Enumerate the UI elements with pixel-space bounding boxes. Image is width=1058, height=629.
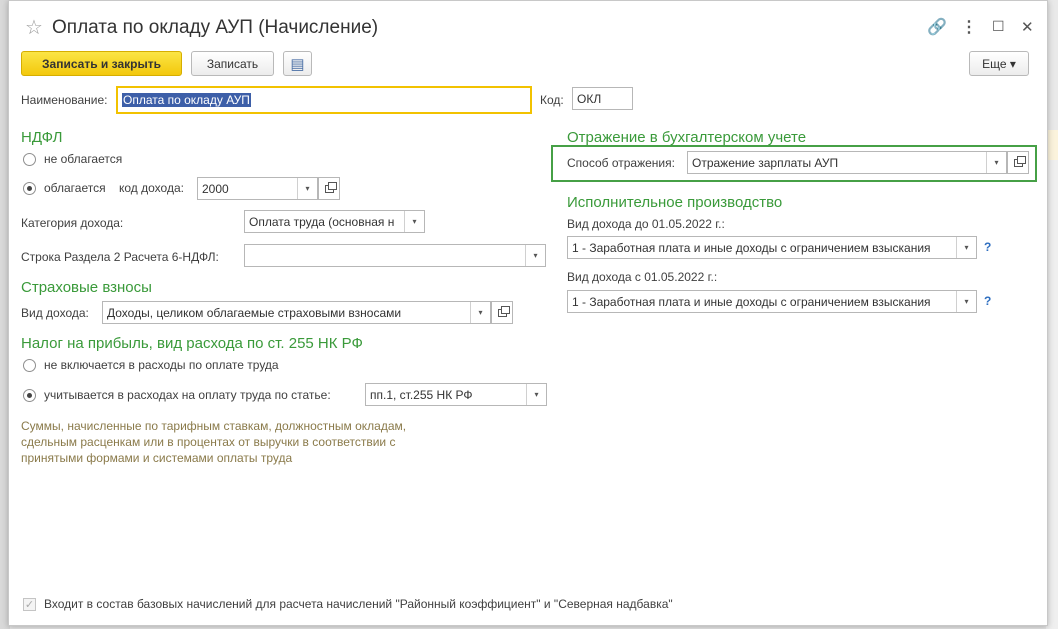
income-category-value: Оплата труда (основная н — [249, 214, 395, 229]
profit-tax-included-label: учитывается в расходах на оплату труда п… — [44, 388, 331, 402]
name-input[interactable]: Оплата по окладу АУП — [116, 86, 532, 114]
section2-select[interactable]: ▾ — [244, 244, 546, 267]
save-and-close-button[interactable]: Записать и закрыть — [21, 51, 182, 76]
insurance-income-type-label: Вид дохода: — [21, 306, 89, 320]
chevron-down-icon[interactable]: ▾ — [956, 237, 976, 258]
form-window: ☆ Оплата по окладу АУП (Начисление) 🔗 ⋮ … — [8, 0, 1048, 626]
chevron-down-icon[interactable]: ▾ — [525, 245, 545, 266]
ndfl-section-title: НДФЛ — [21, 129, 63, 146]
profit-tax-included-radio[interactable] — [23, 389, 36, 402]
ndfl-not-taxed-label: не облагается — [44, 152, 123, 166]
chevron-down-icon[interactable]: ▾ — [986, 152, 1006, 173]
window-title: Оплата по окладу АУП (Начисление) — [52, 17, 379, 38]
chevron-down-icon[interactable]: ▾ — [297, 178, 317, 199]
open-icon[interactable] — [318, 177, 340, 200]
profit-tax-section-title: Налог на прибыль, вид расхода по ст. 255… — [21, 335, 363, 352]
code-input[interactable]: ОКЛ — [572, 87, 633, 110]
enforcement-before-select[interactable]: 1 - Заработная плата и иные доходы с огр… — [567, 236, 977, 259]
income-code-select[interactable]: 2000 ▾ — [197, 177, 318, 200]
enforcement-after-label: Вид дохода с 01.05.2022 г.: — [567, 270, 718, 284]
enforcement-before-value: 1 - Заработная плата и иные доходы с огр… — [572, 240, 931, 255]
name-input-value: Оплата по окладу АУП — [122, 93, 251, 107]
enforcement-before-label: Вид дохода до 01.05.2022 г.: — [567, 217, 725, 231]
help-icon[interactable]: ? — [984, 240, 991, 254]
accounting-method-value: Отражение зарплаты АУП — [692, 155, 839, 170]
report-icon[interactable]: ▤ — [283, 51, 312, 76]
article-value: пп.1, ст.255 НК РФ — [370, 387, 473, 402]
link-icon[interactable]: 🔗 — [927, 17, 947, 37]
enforcement-after-select[interactable]: 1 - Заработная плата и иные доходы с огр… — [567, 290, 977, 313]
insurance-income-type-select[interactable]: Доходы, целиком облагаемые страховыми вз… — [102, 301, 491, 324]
more-button[interactable]: Еще ▾ — [969, 51, 1029, 76]
code-label: Код: — [540, 93, 564, 107]
chevron-down-icon[interactable]: ▾ — [956, 291, 976, 312]
accounting-method-label: Способ отражения: — [567, 156, 675, 170]
ndfl-not-taxed-radio[interactable] — [23, 153, 36, 166]
enforcement-section-title: Исполнительное производство — [567, 194, 783, 211]
insurance-section-title: Страховые взносы — [21, 279, 152, 296]
enforcement-after-value: 1 - Заработная плата и иные доходы с огр… — [572, 294, 931, 309]
maximize-icon[interactable]: ☐ — [992, 18, 1005, 35]
ndfl-taxed-radio[interactable] — [23, 182, 36, 195]
favorite-star-icon[interactable]: ☆ — [25, 15, 43, 40]
more-actions-icon[interactable]: ⋮ — [961, 17, 977, 37]
income-category-select[interactable]: Оплата труда (основная н ▾ — [244, 210, 425, 233]
profit-tax-not-included-label: не включается в расходы по оплате труда — [44, 358, 279, 372]
section2-label: Строка Раздела 2 Расчета 6-НДФЛ: — [21, 250, 219, 264]
ndfl-taxed-label: облагается — [44, 181, 106, 195]
save-button[interactable]: Записать — [191, 51, 274, 76]
income-category-label: Категория дохода: — [21, 216, 124, 230]
profit-tax-not-included-radio[interactable] — [23, 359, 36, 372]
base-accruals-label: Входит в состав базовых начислений для р… — [44, 597, 673, 611]
profit-tax-note: Суммы, начисленные по тарифным ставкам, … — [21, 419, 407, 465]
help-icon[interactable]: ? — [984, 294, 991, 308]
accounting-method-select[interactable]: Отражение зарплаты АУП ▾ — [687, 151, 1007, 174]
chevron-down-icon[interactable]: ▾ — [404, 211, 424, 232]
code-input-value: ОКЛ — [577, 91, 602, 106]
close-icon[interactable]: ✕ — [1021, 18, 1034, 36]
base-accruals-checkbox[interactable]: ✓ — [23, 598, 36, 611]
chevron-down-icon[interactable]: ▾ — [470, 302, 490, 323]
income-code-label: код дохода: — [119, 181, 184, 195]
insurance-income-type-value: Доходы, целиком облагаемые страховыми вз… — [107, 305, 402, 320]
article-select[interactable]: пп.1, ст.255 НК РФ ▾ — [365, 383, 547, 406]
open-icon[interactable] — [1007, 151, 1029, 174]
chevron-down-icon[interactable]: ▾ — [526, 384, 546, 405]
open-icon[interactable] — [491, 301, 513, 324]
accounting-section-title: Отражение в бухгалтерском учете — [567, 129, 807, 146]
name-label: Наименование: — [21, 93, 108, 107]
